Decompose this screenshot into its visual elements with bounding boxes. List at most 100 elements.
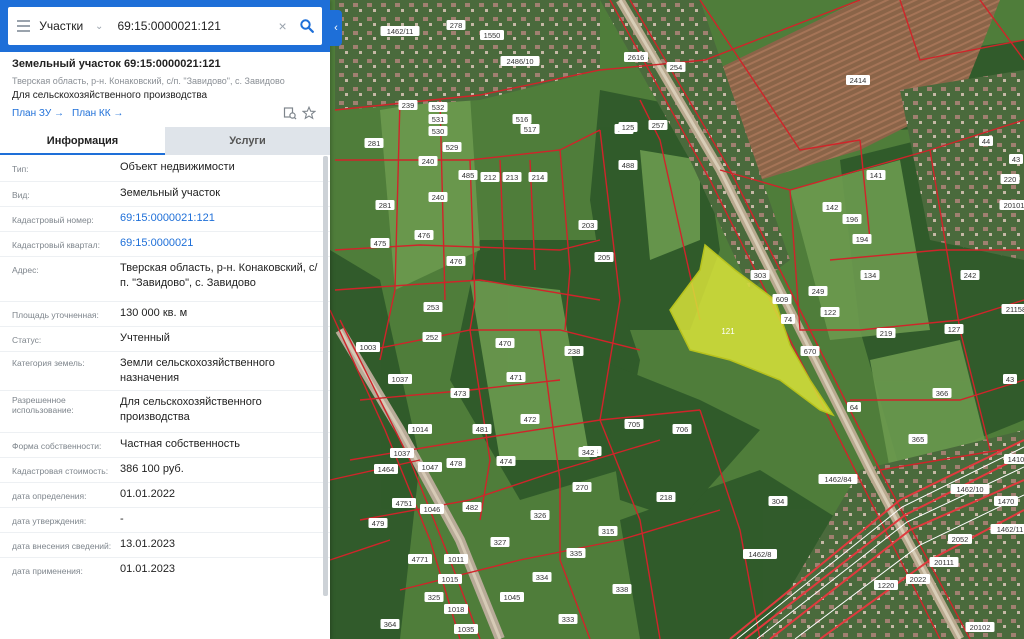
parcel-number-label[interactable]: 2022 bbox=[910, 575, 927, 584]
property-link[interactable]: 69:15:0000021 bbox=[120, 236, 325, 251]
parcel-number-label[interactable]: 1003 bbox=[360, 343, 377, 352]
parcel-number-label[interactable]: 531 bbox=[432, 115, 445, 124]
parcel-number-label[interactable]: 485 bbox=[462, 171, 475, 180]
parcel-number-label[interactable]: 334 bbox=[536, 573, 549, 582]
parcel-number-label[interactable]: 706 bbox=[676, 425, 689, 434]
parcel-number-label[interactable]: 476 bbox=[450, 257, 463, 266]
parcel-number-label[interactable]: 2052 bbox=[952, 535, 969, 544]
parcel-number-label[interactable]: 21158 bbox=[1006, 305, 1024, 314]
property-link[interactable]: 69:15:0000021:121 bbox=[120, 211, 325, 226]
parcel-number-label[interactable]: 475 bbox=[374, 239, 387, 248]
scrollbar-thumb[interactable] bbox=[323, 156, 328, 596]
parcel-number-label[interactable]: 1037 bbox=[392, 375, 409, 384]
parcel-number-label[interactable]: 74 bbox=[784, 315, 792, 324]
parcel-number-label[interactable]: 529 bbox=[446, 143, 459, 152]
parcel-number-label[interactable]: 20102 bbox=[970, 623, 991, 632]
parcel-number-label[interactable]: 365 bbox=[912, 435, 925, 444]
parcel-number-label[interactable]: 1220 bbox=[878, 581, 895, 590]
parcel-number-label[interactable]: 219 bbox=[880, 329, 893, 338]
parcel-number-label[interactable]: 270 bbox=[576, 483, 589, 492]
parcel-number-label[interactable]: 278 bbox=[450, 21, 463, 30]
search-button[interactable] bbox=[293, 7, 322, 45]
parcel-number-label[interactable]: 218 bbox=[660, 493, 673, 502]
menu-icon[interactable] bbox=[8, 7, 39, 45]
plan-zu-link[interactable]: План ЗУ → bbox=[12, 108, 64, 119]
parcel-number-label[interactable]: 366 bbox=[936, 389, 949, 398]
parcel-number-label[interactable]: 342 bbox=[582, 448, 595, 457]
parcel-number-label[interactable]: 1462/8 bbox=[749, 550, 772, 559]
parcel-number-label[interactable]: 4771 bbox=[412, 555, 429, 564]
parcel-number-label[interactable]: 472 bbox=[524, 415, 537, 424]
parcel-number-label[interactable]: 1464 bbox=[378, 465, 395, 474]
parcel-number-label[interactable]: 2616 bbox=[628, 53, 645, 62]
parcel-number-label[interactable]: 220 bbox=[1004, 175, 1017, 184]
parcel-number-label[interactable]: 122 bbox=[824, 308, 837, 317]
parcel-number-label[interactable]: 335 bbox=[570, 549, 583, 558]
parcel-number-label[interactable]: 44 bbox=[982, 137, 990, 146]
parcel-number-label[interactable]: 705 bbox=[628, 420, 641, 429]
parcel-number-label[interactable]: 249 bbox=[812, 287, 825, 296]
parcel-number-label[interactable]: 240 bbox=[422, 157, 435, 166]
search-input[interactable] bbox=[109, 7, 273, 45]
parcel-number-label[interactable]: 517 bbox=[524, 125, 537, 134]
parcel-number-label[interactable]: 252 bbox=[426, 333, 439, 342]
parcel-number-label[interactable]: 239 bbox=[402, 101, 415, 110]
parcel-number-label[interactable]: 205 bbox=[598, 253, 611, 262]
parcel-number-label[interactable]: 213 bbox=[506, 173, 519, 182]
parcel-number-label[interactable]: 532 bbox=[432, 103, 445, 112]
plan-kk-link[interactable]: План КК → bbox=[72, 108, 123, 119]
parcel-number-label[interactable]: 281 bbox=[368, 139, 381, 148]
parcel-number-label[interactable]: 488 bbox=[622, 161, 635, 170]
parcel-number-label[interactable]: 2414 bbox=[850, 76, 867, 85]
tab-information[interactable]: Информация bbox=[0, 127, 165, 155]
parcel-number-label[interactable]: 1011 bbox=[448, 555, 464, 564]
parcel-number-label[interactable]: 530 bbox=[432, 127, 445, 136]
parcel-number-label[interactable]: 281 bbox=[379, 201, 392, 210]
parcel-number-label[interactable]: 1462/10 bbox=[956, 485, 983, 494]
parcel-number-label[interactable]: 333 bbox=[562, 615, 575, 624]
parcel-number-label[interactable]: 1046 bbox=[424, 505, 441, 514]
parcel-number-label[interactable]: 326 bbox=[534, 511, 547, 520]
parcel-number-label[interactable]: 1018 bbox=[448, 605, 465, 614]
parcel-number-label[interactable]: 254 bbox=[670, 63, 683, 72]
parcel-number-label[interactable]: 20101 bbox=[1004, 201, 1024, 210]
parcel-number-label[interactable]: 609 bbox=[776, 295, 789, 304]
parcel-number-label[interactable]: 1462/84 bbox=[824, 475, 851, 484]
parcel-number-label[interactable]: 470 bbox=[499, 339, 512, 348]
parcel-number-label[interactable]: 238 bbox=[568, 347, 581, 356]
parcel-number-label[interactable]: 1047 bbox=[422, 463, 439, 472]
parcel-number-label[interactable]: 253 bbox=[427, 303, 440, 312]
parcel-number-label[interactable]: 338 bbox=[616, 585, 629, 594]
parcel-number-label[interactable]: 43 bbox=[1006, 375, 1014, 384]
parcel-number-label[interactable]: 214 bbox=[532, 173, 545, 182]
parcel-number-label[interactable]: 473 bbox=[454, 389, 467, 398]
parcel-number-label[interactable]: 364 bbox=[384, 620, 397, 629]
parcel-number-label[interactable]: 1037 bbox=[394, 449, 411, 458]
parcel-number-label[interactable]: 43 bbox=[1012, 155, 1020, 164]
parcel-number-label[interactable]: 1410 bbox=[1008, 455, 1024, 464]
parcel-number-label[interactable]: 242 bbox=[964, 271, 977, 280]
parcel-number-label[interactable]: 1462/11 bbox=[387, 27, 414, 36]
parcel-number-label[interactable]: 127 bbox=[948, 325, 961, 334]
collapse-panel-button[interactable]: ‹ bbox=[330, 10, 342, 46]
star-icon[interactable] bbox=[302, 106, 316, 120]
measure-icon[interactable] bbox=[283, 106, 297, 120]
parcel-number-label[interactable]: 315 bbox=[602, 527, 615, 536]
parcel-number-label[interactable]: 1470 bbox=[998, 497, 1015, 506]
parcel-number-label[interactable]: 327 bbox=[494, 538, 507, 547]
parcel-number-label[interactable]: 1462/11 bbox=[997, 525, 1024, 534]
parcel-number-label[interactable]: 141 bbox=[870, 171, 883, 180]
parcel-number-label[interactable]: 257 bbox=[652, 121, 665, 130]
parcel-number-label[interactable]: 516 bbox=[516, 115, 529, 124]
parcel-number-label[interactable]: 471 bbox=[510, 373, 523, 382]
parcel-number-label[interactable]: 303 bbox=[754, 271, 767, 280]
parcel-number-label[interactable]: 2486/10 bbox=[506, 57, 533, 66]
parcel-number-label[interactable]: 64 bbox=[850, 403, 858, 412]
parcel-number-label[interactable]: 203 bbox=[582, 221, 595, 230]
parcel-number-label[interactable]: 1045 bbox=[504, 593, 521, 602]
parcel-number-label[interactable]: 1015 bbox=[442, 575, 459, 584]
parcel-number-label[interactable]: 482 bbox=[466, 503, 479, 512]
parcel-number-label[interactable]: 134 bbox=[864, 271, 877, 280]
parcel-number-label[interactable]: 479 bbox=[372, 519, 385, 528]
parcel-number-label[interactable]: 20111 bbox=[934, 558, 954, 567]
